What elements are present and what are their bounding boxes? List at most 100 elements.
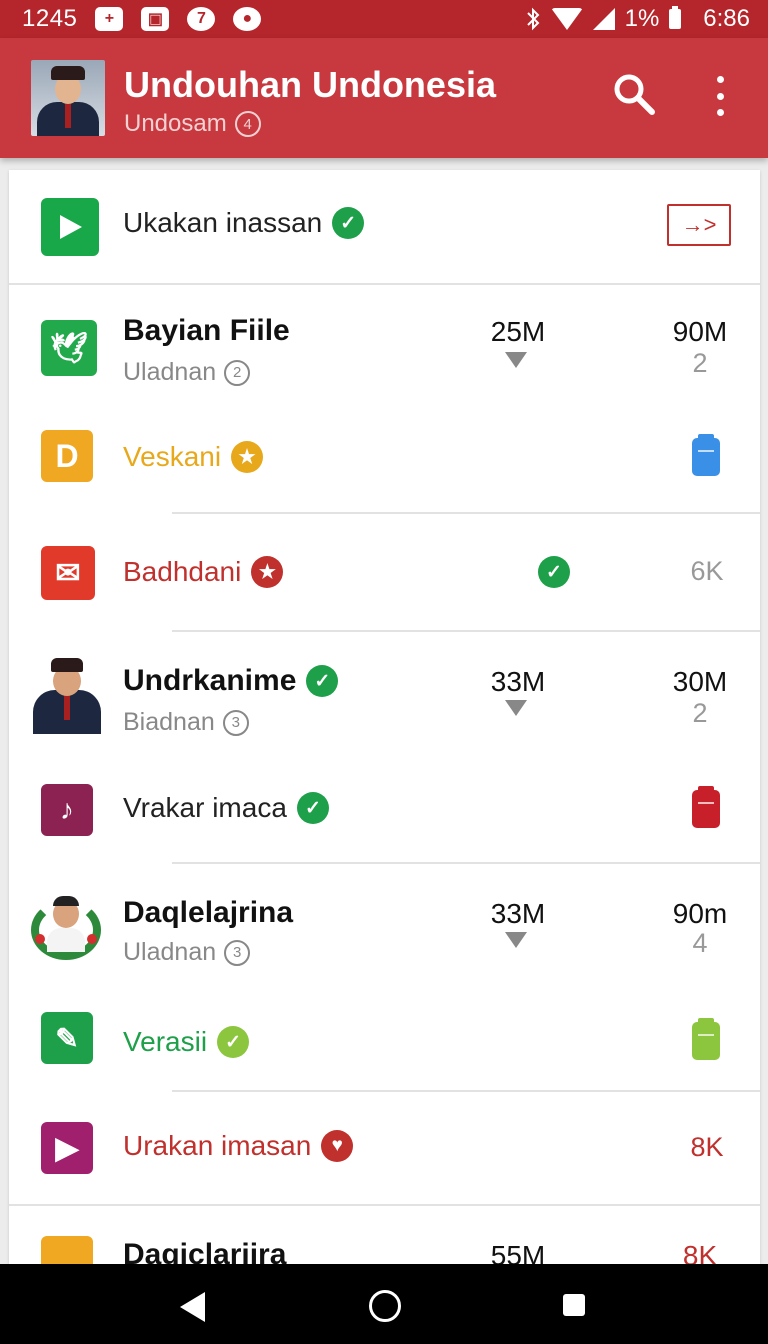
- list-item-label: Ukakan inassan ✓: [123, 207, 365, 239]
- total-size: 8K: [682, 1240, 718, 1264]
- recents-icon[interactable]: [563, 1294, 585, 1316]
- wifi-icon: [550, 8, 583, 30]
- total-count: 2: [692, 348, 708, 378]
- group-title: Bayian Fiile: [123, 314, 290, 347]
- subtitle-text: Undosam: [124, 110, 227, 137]
- list-item-group[interactable]: 🕊 Bayian Fiile Uladnan 2 25M 90M 2: [9, 284, 760, 394]
- app-bar: Undouhan Undonesia Undosam 4: [0, 38, 768, 158]
- status-bar: 1245 + ▣ 7 ● 1% 6:86: [0, 0, 768, 38]
- list-item-label: Vrakar imaca ✓: [123, 792, 329, 824]
- person-avatar: [33, 658, 101, 734]
- forward-button[interactable]: →>: [667, 204, 731, 246]
- d-app-icon: D: [41, 430, 93, 482]
- group-sub-text: Uladnan: [123, 358, 217, 386]
- top-row-label: Ukakan inassan: [123, 207, 323, 238]
- heart-icon: ♥: [321, 1130, 354, 1162]
- group-sub-badge: 3: [222, 709, 249, 736]
- list-item[interactable]: ▶ Urakan imasan ♥ 8K: [9, 1092, 760, 1204]
- item-label: Veskani: [123, 441, 222, 472]
- item-label: Urakan imasan: [123, 1130, 312, 1161]
- navigation-bar: [0, 1264, 768, 1344]
- avatar[interactable]: [31, 60, 105, 136]
- list-item[interactable]: ♪ Vrakar imaca ✓: [9, 756, 760, 862]
- group-sub-text: Biadnan: [123, 708, 215, 736]
- status-clock: 6:86: [703, 5, 750, 32]
- star-icon: ★: [251, 556, 284, 588]
- download-size: 55M: [490, 1240, 546, 1264]
- game-icon: ●: [233, 7, 262, 31]
- signal-icon: [592, 8, 615, 30]
- group-title: Undrkanime: [123, 664, 297, 697]
- storage-jar-icon: [692, 1018, 720, 1060]
- home-icon[interactable]: [369, 1290, 401, 1322]
- search-icon[interactable]: [612, 72, 656, 116]
- list-item-label: Verasii ✓: [123, 1026, 250, 1058]
- list-item-label: Badhdani ★: [123, 556, 284, 588]
- total-count: 2: [692, 698, 708, 728]
- music-app-icon: ♪: [41, 784, 93, 836]
- play-icon: [41, 198, 99, 256]
- overflow-menu-icon[interactable]: [712, 76, 728, 116]
- item-size: 8K: [690, 1132, 724, 1162]
- group-title: Dagiclariira: [123, 1238, 287, 1264]
- download-size: 33M: [490, 666, 546, 697]
- back-icon[interactable]: [180, 1292, 205, 1322]
- status-time: 1245: [22, 5, 78, 32]
- item-label: Badhdani: [123, 556, 242, 587]
- group-title: Daqlelajrina: [123, 896, 294, 929]
- dropdown-arrow-icon[interactable]: [505, 700, 527, 716]
- download-size: 25M: [490, 316, 546, 347]
- check-icon: ✓: [538, 556, 570, 588]
- list-item[interactable]: ✎ Verasii ✓: [9, 988, 760, 1088]
- battery-percent: 1%: [624, 5, 660, 32]
- person-wreath-avatar: [31, 894, 101, 964]
- dropdown-arrow-icon[interactable]: [505, 352, 527, 368]
- check-icon: ✓: [296, 792, 329, 824]
- list-item-label: Veskani ★: [123, 441, 264, 473]
- list-item-group[interactable]: Undrkanime ✓ Biadnan 3 33M 30M 2: [9, 632, 760, 744]
- item-label: Verasii: [123, 1026, 208, 1057]
- dropdown-arrow-icon[interactable]: [505, 932, 527, 948]
- group-sub-text: Uladnan: [123, 938, 217, 966]
- check-icon: ✓: [217, 1026, 250, 1058]
- group-sub-badge: 2: [224, 359, 251, 386]
- bluetooth-icon: [526, 7, 540, 31]
- list-item-label: Urakan imasan ♥: [123, 1130, 354, 1162]
- total-size: 90m: [672, 898, 728, 929]
- plus-box-icon: +: [95, 7, 124, 31]
- photo-icon: ▣: [141, 7, 170, 31]
- battery-icon: [669, 6, 682, 29]
- list-item[interactable]: ✉ Badhdani ★ ✓ 6K: [9, 514, 760, 630]
- bird-icon: 🕊: [41, 320, 97, 376]
- item-label: Vrakar imaca: [123, 792, 287, 823]
- play-icon: [41, 1236, 93, 1264]
- check-icon: ✓: [332, 207, 365, 239]
- storage-jar-icon: [692, 434, 720, 476]
- subtitle-badge: 4: [234, 111, 261, 137]
- page-subtitle: Undosam 4: [124, 110, 261, 138]
- list-item-label: Undrkanime ✓: [123, 664, 339, 698]
- play-icon: ▶: [41, 1122, 93, 1174]
- page-title: Undouhan Undonesia: [124, 64, 496, 105]
- seven-badge-icon: 7: [187, 7, 216, 31]
- group-sub: Uladnan 2: [123, 358, 251, 387]
- mail-icon: ✉: [41, 546, 95, 600]
- storage-jar-icon: [692, 786, 720, 828]
- forward-arrow-icon: →>: [681, 212, 717, 237]
- group-sub: Uladnan 3: [123, 938, 251, 967]
- download-size: 33M: [490, 898, 546, 929]
- list-item-group[interactable]: Daqlelajrina Uladnan 3 33M 90m 4: [9, 864, 760, 982]
- group-sub-badge: 3: [224, 939, 251, 966]
- item-size: 6K: [690, 556, 724, 586]
- group-sub: Biadnan 3: [123, 708, 249, 737]
- edit-app-icon: ✎: [41, 1012, 93, 1064]
- total-size: 90M: [672, 316, 728, 347]
- list-item[interactable]: D Veskani ★: [9, 406, 760, 512]
- check-icon: ✓: [306, 665, 339, 697]
- download-list: Ukakan inassan ✓ →> 🕊 Bayian Fiile Uladn…: [9, 170, 760, 1264]
- list-item-top[interactable]: Ukakan inassan ✓ →>: [9, 170, 760, 283]
- total-size: 30M: [672, 666, 728, 697]
- total-count: 4: [692, 928, 708, 958]
- play-glyph: ▶: [55, 1131, 79, 1165]
- list-item-group[interactable]: Dagiclariira 55M 8K: [9, 1206, 760, 1264]
